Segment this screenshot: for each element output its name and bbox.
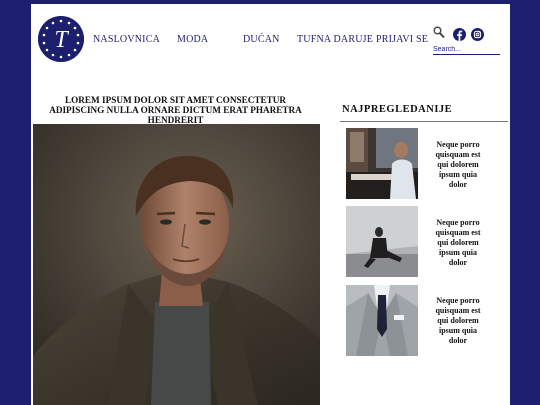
card-image-suit[interactable] — [346, 285, 418, 356]
nav-prijavi-se[interactable]: PRIJAVI SE — [376, 34, 428, 45]
card-text-1[interactable]: Neque porro quisquam est qui dolorem ips… — [429, 140, 487, 190]
nav-ducan[interactable]: DUĆAN — [243, 34, 280, 45]
article-hero-image[interactable] — [33, 124, 320, 405]
nav-naslovnica[interactable]: NASLOVNICA — [93, 34, 160, 45]
article-headline[interactable]: LOREM IPSUM DOLOR SIT AMET CONSECTETUR A… — [43, 95, 308, 125]
search-icon[interactable] — [433, 26, 445, 39]
nav-moda[interactable]: MODA — [177, 34, 208, 45]
nav-tufna-daruje[interactable]: TUFNA DARUJE — [297, 34, 373, 45]
facebook-icon[interactable] — [453, 28, 466, 41]
card-text-3[interactable]: Neque porro quisquam est qui dolorem ips… — [429, 296, 487, 346]
card-image-piano[interactable] — [346, 128, 418, 199]
sidebar-divider — [340, 121, 508, 122]
instagram-icon[interactable] — [471, 28, 484, 41]
logo-letter: T — [54, 27, 69, 53]
card-text-2[interactable]: Neque porro quisquam est qui dolorem ips… — [429, 218, 487, 268]
logo[interactable]: T — [38, 16, 84, 62]
search-input[interactable] — [433, 44, 500, 55]
card-image-floor[interactable] — [346, 206, 418, 277]
page: T NASLOVNICA MODA DUĆAN TUFNA DARUJE PRI… — [31, 4, 510, 405]
sidebar-title: NAJPREGLEDANIJE — [342, 104, 453, 115]
